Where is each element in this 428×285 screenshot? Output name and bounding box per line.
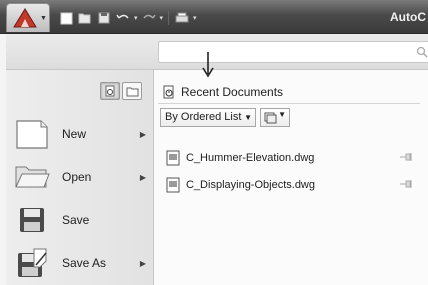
open-folder-icon — [14, 160, 50, 194]
new-document-icon — [14, 117, 50, 151]
menu-item-label: Save As — [62, 256, 107, 270]
undo-icon[interactable] — [115, 10, 131, 26]
window-title: AutoC — [390, 10, 426, 24]
chevron-down-icon: ▼ — [244, 113, 252, 122]
toolbar-separator — [168, 11, 170, 25]
search-bar — [6, 34, 428, 70]
search-input[interactable] — [158, 41, 428, 63]
title-bar: ▼ ▾ ▾ ▾ AutoC — [0, 0, 428, 34]
open-documents-toggle-icon[interactable] — [122, 82, 142, 100]
recent-documents-pane: Recent Documents By Ordered List ▼ ▼ C_H… — [154, 52, 428, 285]
autocad-logo-icon — [13, 8, 37, 28]
recent-documents-icon — [163, 85, 174, 99]
save-floppy-icon — [14, 203, 50, 237]
recent-file-row[interactable]: C_Displaying-Objects.dwg — [166, 175, 420, 195]
recent-documents-toggle-icon[interactable] — [100, 82, 120, 100]
view-toggle-group — [100, 82, 142, 100]
dwg-file-icon — [166, 150, 180, 166]
pin-icon[interactable] — [400, 153, 412, 161]
submenu-arrow-icon: ▶ — [139, 258, 146, 268]
recent-documents-header: Recent Documents — [162, 85, 283, 99]
save-as-icon — [14, 246, 50, 280]
menu-item-save[interactable]: Save — [14, 200, 154, 240]
dwg-file-icon — [166, 177, 180, 193]
application-menu-commands: New ▶ Open ▶ Save Save As ▶ — [6, 70, 154, 285]
undo-dropdown-icon[interactable]: ▾ — [134, 14, 138, 22]
pin-icon[interactable] — [400, 180, 412, 188]
order-by-value: By Ordered List — [165, 111, 242, 123]
submenu-arrow-icon: ▶ — [139, 129, 146, 139]
application-menu-button[interactable]: ▼ — [6, 3, 50, 32]
chevron-down-icon: ▼ — [40, 15, 47, 22]
chevron-down-icon: ▼ — [278, 110, 286, 119]
order-by-dropdown[interactable]: By Ordered List ▼ — [160, 108, 256, 127]
menu-item-save-as[interactable]: Save As ▶ — [14, 243, 154, 283]
customize-dropdown-icon[interactable]: ▾ — [193, 14, 197, 22]
display-mode-dropdown[interactable]: ▼ — [260, 108, 290, 127]
menu-item-label: Open — [62, 170, 92, 184]
plot-icon[interactable] — [174, 10, 190, 26]
recent-documents-title: Recent Documents — [181, 85, 284, 99]
quick-access-toolbar: ▾ ▾ ▾ — [58, 9, 197, 27]
search-icon[interactable] — [416, 46, 428, 58]
menu-item-open[interactable]: Open ▶ — [14, 157, 154, 197]
menu-item-label: Save — [62, 213, 90, 227]
divider — [158, 103, 420, 104]
file-name: C_Hummer-Elevation.dwg — [186, 152, 315, 164]
redo-icon[interactable] — [141, 10, 157, 26]
open-icon[interactable] — [77, 10, 93, 26]
arrow-down-icon — [202, 52, 214, 78]
submenu-arrow-icon: ▶ — [139, 172, 146, 182]
redo-dropdown-icon[interactable]: ▾ — [160, 14, 164, 22]
file-name: C_Displaying-Objects.dwg — [186, 179, 315, 191]
application-menu-window: ▼ ▾ ▾ ▾ AutoC New ▶ Open ▶ Save Save As … — [0, 0, 428, 285]
icon-view-icon — [264, 112, 277, 123]
recent-file-row[interactable]: C_Hummer-Elevation.dwg — [166, 148, 420, 168]
menu-item-new[interactable]: New ▶ — [14, 114, 154, 154]
menu-item-label: New — [62, 127, 87, 141]
new-icon[interactable] — [58, 10, 74, 26]
save-icon[interactable] — [96, 10, 112, 26]
